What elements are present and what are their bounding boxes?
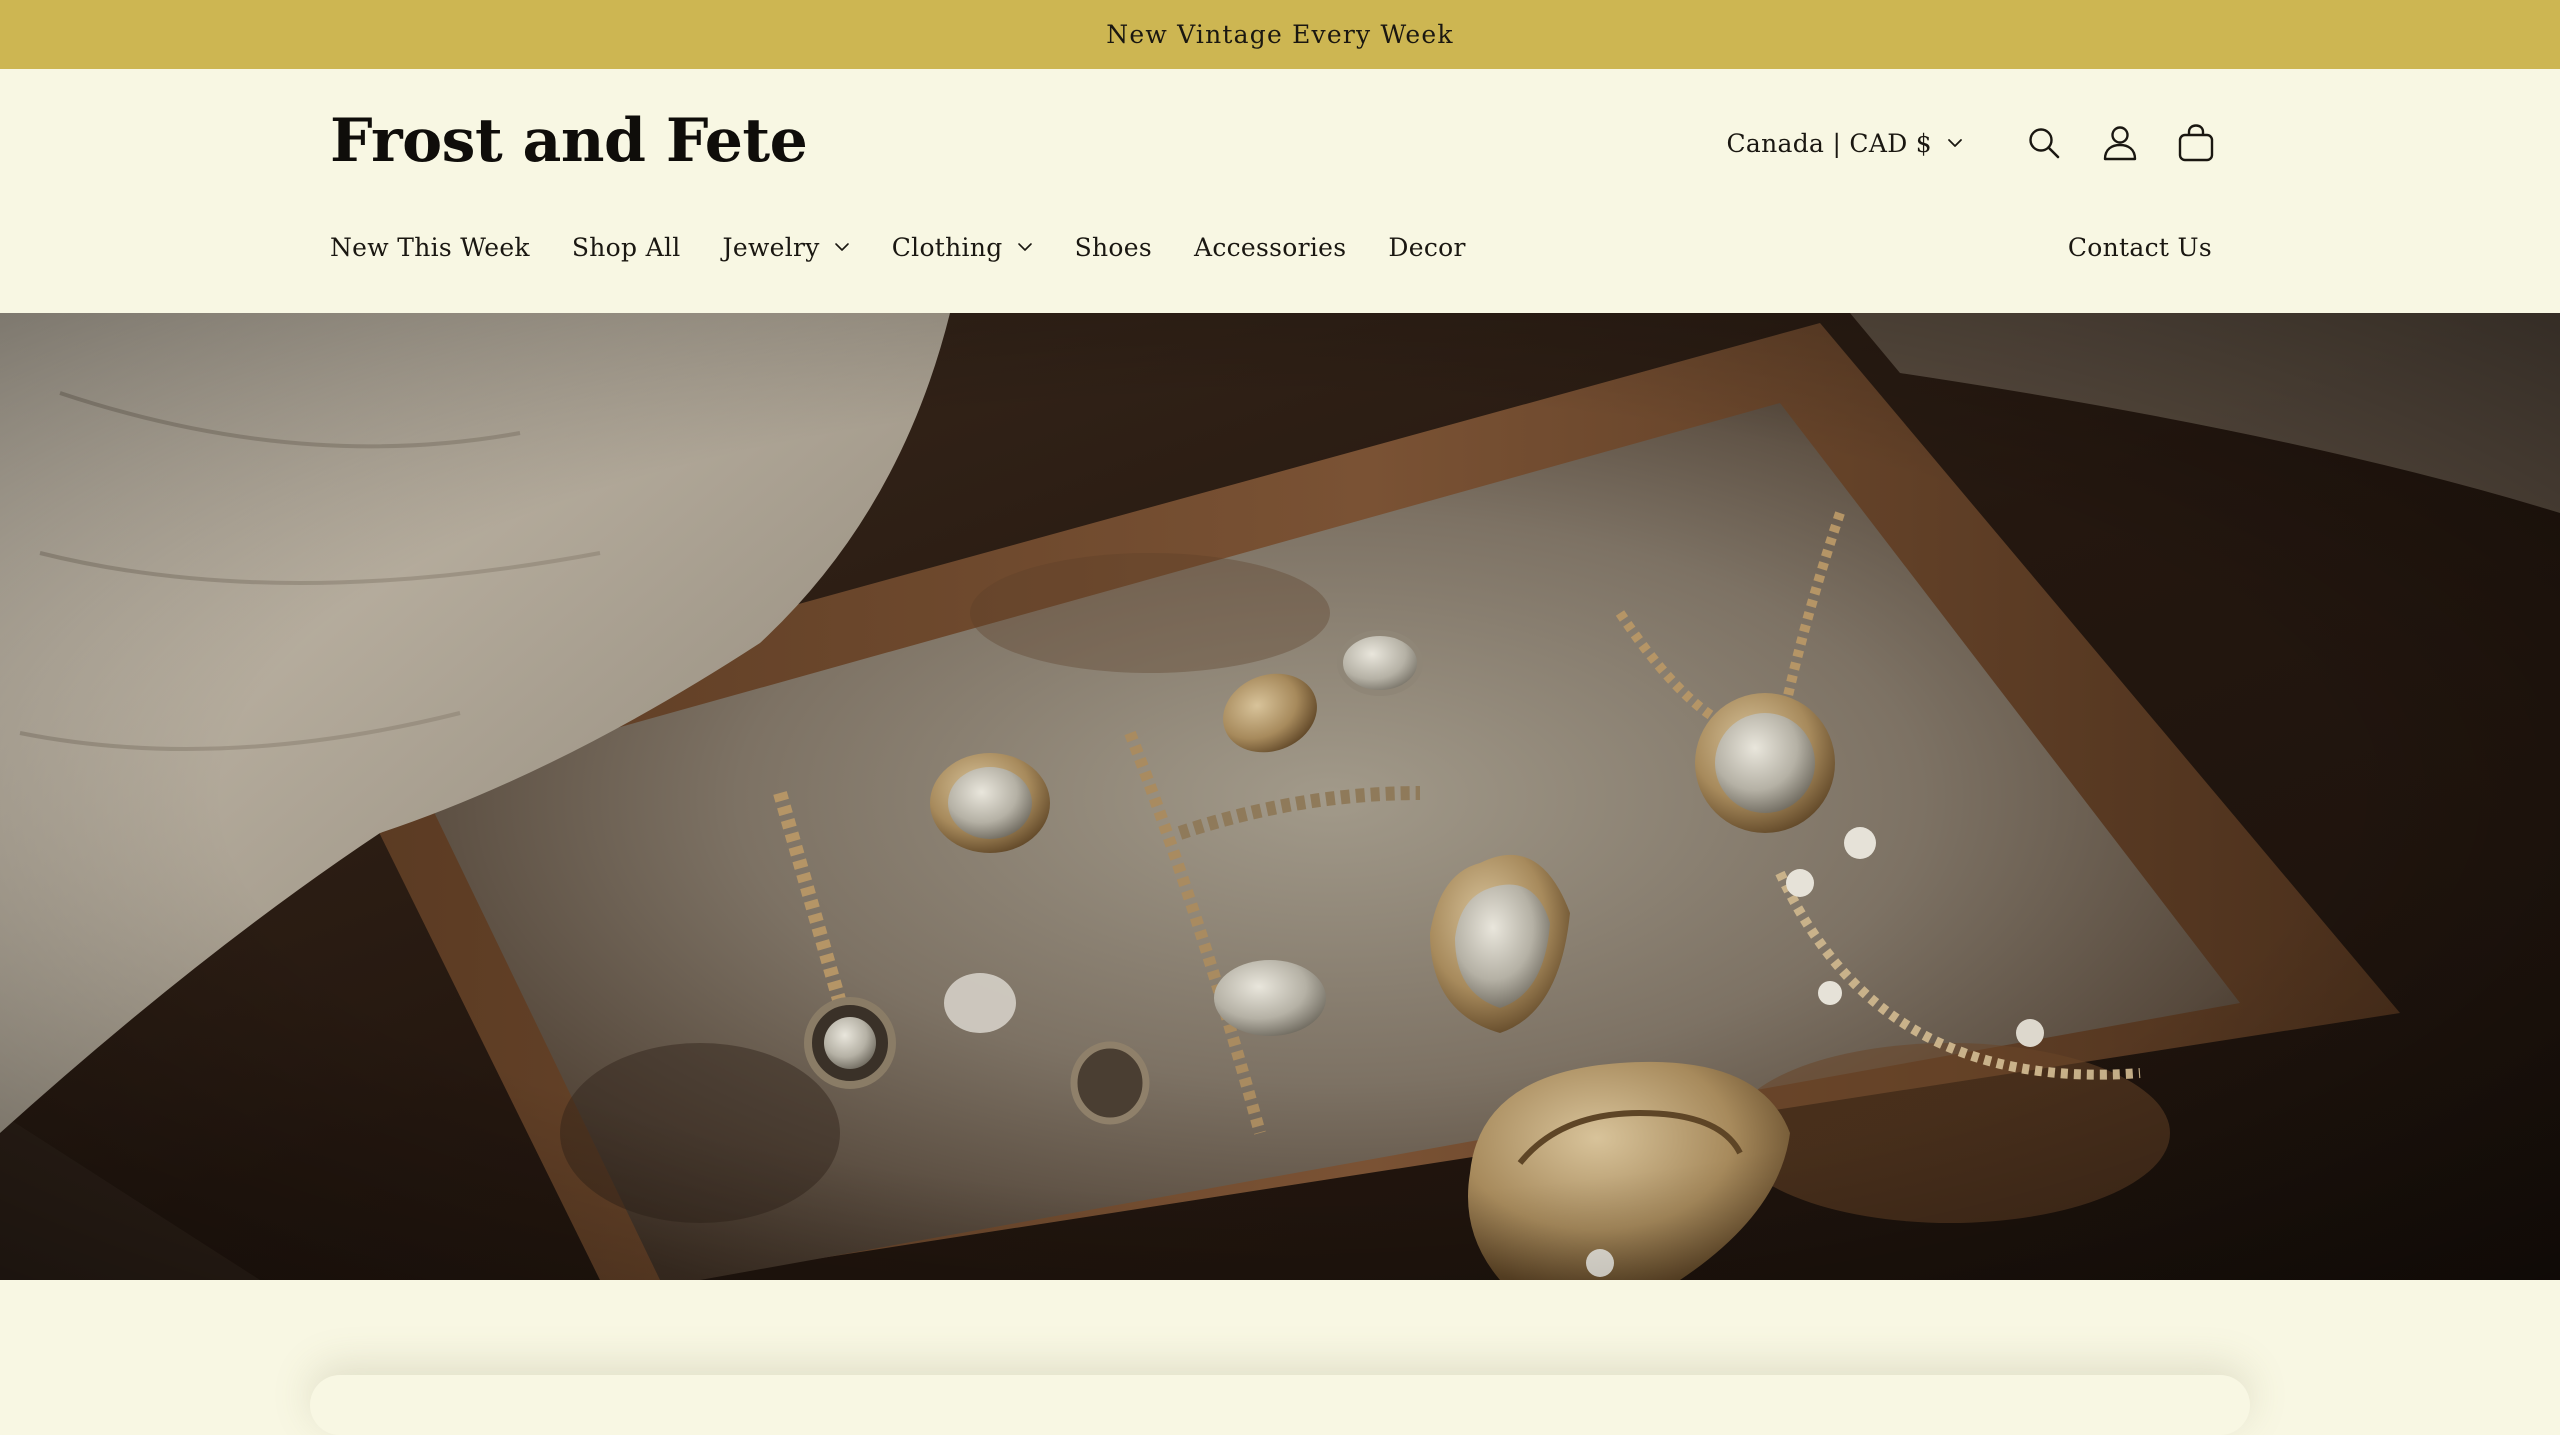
below-hero-section — [0, 1280, 2560, 1435]
site-logo[interactable]: Frost and Fete — [330, 111, 808, 171]
cart-icon — [2178, 124, 2214, 162]
nav-item-shoes[interactable]: Shoes — [1075, 233, 1152, 262]
chevron-down-icon — [834, 243, 849, 251]
nav-item-label: Decor — [1388, 232, 1466, 262]
announcement-text: New Vintage Every Week — [1106, 20, 1454, 49]
account-button[interactable] — [2096, 119, 2144, 167]
country-selector-label: Canada | CAD $ — [1726, 128, 1932, 158]
chevron-down-icon — [1017, 243, 1032, 251]
nav-item-contact-us[interactable]: Contact Us — [2068, 227, 2212, 267]
nav-item-jewelry[interactable]: Jewelry — [723, 233, 850, 262]
nav-item-accessories[interactable]: Accessories — [1194, 233, 1346, 262]
main-navigation: New This Week Shop All Jewelry Clothing … — [330, 227, 1508, 267]
hero-banner — [0, 313, 2560, 1280]
nav-item-label: Jewelry — [722, 232, 820, 262]
nav-item-label: Shoes — [1074, 232, 1152, 262]
content-card-edge — [310, 1375, 2250, 1435]
nav-item-label: Accessories — [1193, 232, 1347, 262]
nav-item-clothing[interactable]: Clothing — [892, 233, 1033, 262]
announcement-bar: New Vintage Every Week — [0, 0, 2560, 69]
header-utilities: Canada | CAD $ — [1726, 119, 2220, 167]
nav-item-decor[interactable]: Decor — [1388, 233, 1465, 262]
country-selector[interactable]: Canada | CAD $ — [1726, 129, 1964, 158]
nav-item-label: Contact Us — [2067, 232, 2212, 262]
account-icon — [2103, 126, 2137, 161]
search-icon — [2029, 128, 2060, 159]
cart-button[interactable] — [2172, 119, 2220, 167]
nav-item-label: Shop All — [571, 232, 681, 262]
nav-item-label: Clothing — [891, 232, 1003, 262]
search-button[interactable] — [2020, 119, 2068, 167]
hero-jewelry-image — [0, 313, 2560, 1280]
nav-item-shop-all[interactable]: Shop All — [572, 233, 681, 262]
site-header: Frost and Fete Canada | CAD $ New This W… — [0, 69, 2560, 313]
nav-item-label: New This Week — [330, 232, 530, 262]
chevron-down-icon — [1948, 139, 1962, 147]
nav-item-new-this-week[interactable]: New This Week — [330, 233, 530, 262]
